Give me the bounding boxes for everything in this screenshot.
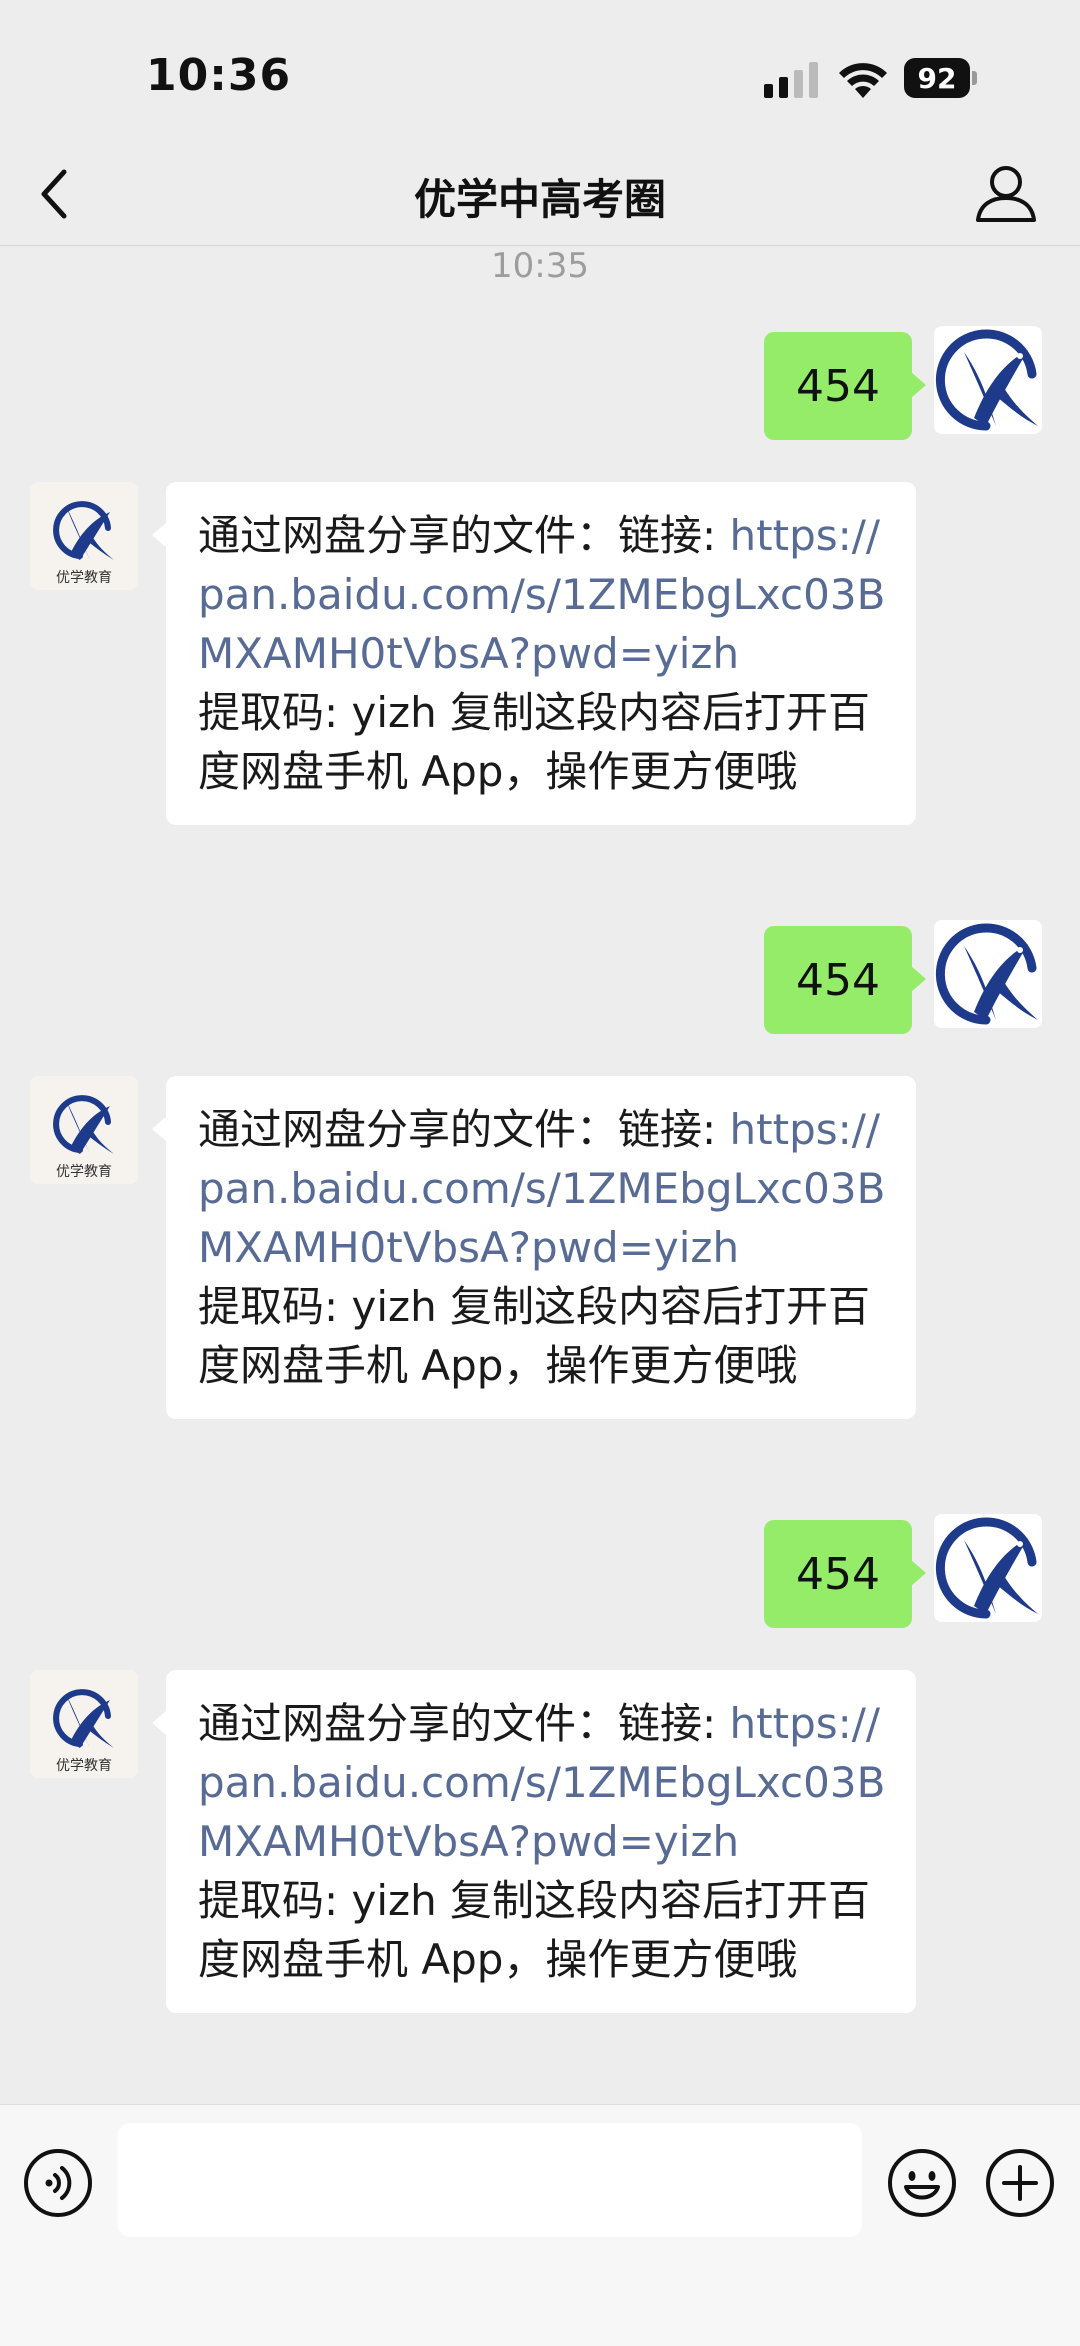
voice-input-icon[interactable] <box>22 2147 94 2219</box>
battery-indicator: 92 <box>904 58 977 98</box>
youxue-logo-icon: 优学教育 <box>30 482 138 590</box>
message-text: 通过网盘分享的文件：链接: <box>198 1699 730 1748</box>
incoming-message-bubble[interactable]: 通过网盘分享的文件：链接: https://pan.baidu.com/s/1Z… <box>152 1670 916 2013</box>
outgoing-message-bubble[interactable]: 454 <box>764 332 926 440</box>
avatar-logo-text: 优学教育 <box>56 1164 112 1180</box>
battery-tip <box>972 71 977 85</box>
battery-level: 92 <box>904 58 970 98</box>
sender-avatar[interactable]: 优学教育 <box>30 1670 138 1778</box>
message-text: 通过网盘分享的文件：链接: <box>198 511 730 560</box>
status-bar: 10:36 92 <box>0 0 1080 140</box>
wifi-icon <box>839 63 887 98</box>
emoji-icon[interactable] <box>886 2147 958 2219</box>
message-text: 提取码: yizh 复制这段内容后打开百度网盘手机 App，操作更方便哦 <box>198 1876 871 1984</box>
my-avatar[interactable] <box>934 326 1042 434</box>
my-avatar[interactable] <box>934 920 1042 1028</box>
outgoing-message-bubble[interactable]: 454 <box>764 926 926 1034</box>
plus-icon[interactable] <box>984 2147 1056 2219</box>
outgoing-message-bubble[interactable]: 454 <box>764 1520 926 1628</box>
message-text: 通过网盘分享的文件：链接: <box>198 1105 730 1154</box>
bird-logo-icon <box>934 326 1042 434</box>
bird-logo-icon <box>934 1514 1042 1622</box>
avatar-logo-text: 优学教育 <box>56 570 112 586</box>
sender-avatar[interactable]: 优学教育 <box>30 482 138 590</box>
youxue-logo-icon: 优学教育 <box>30 1076 138 1184</box>
profile-icon[interactable] <box>974 162 1038 224</box>
message-text: 提取码: yizh 复制这段内容后打开百度网盘手机 App，操作更方便哦 <box>198 688 871 796</box>
message-text: 提取码: yizh 复制这段内容后打开百度网盘手机 App，操作更方便哦 <box>198 1282 871 1390</box>
incoming-message-bubble[interactable]: 通过网盘分享的文件：链接: https://pan.baidu.com/s/1Z… <box>152 482 916 825</box>
message-input[interactable] <box>118 2123 862 2237</box>
incoming-message-bubble[interactable]: 通过网盘分享的文件：链接: https://pan.baidu.com/s/1Z… <box>152 1076 916 1419</box>
nav-bar: 优学中高考圈 <box>0 140 1080 246</box>
avatar-logo-text: 优学教育 <box>56 1758 112 1774</box>
chat-title: 优学中高考圈 <box>413 175 666 224</box>
chat-screen: 10:36 92 优学中高考圈 10:35 454 优学教育 通过网盘分享的文件… <box>0 0 1080 2346</box>
cellular-signal-icon <box>764 62 818 98</box>
bird-logo-icon <box>934 920 1042 1028</box>
my-avatar[interactable] <box>934 1514 1042 1622</box>
input-bar <box>0 2104 1080 2346</box>
sender-avatar[interactable]: 优学教育 <box>30 1076 138 1184</box>
youxue-logo-icon: 优学教育 <box>30 1670 138 1778</box>
status-time: 10:36 <box>146 50 292 101</box>
message-timestamp: 10:35 <box>491 246 589 286</box>
message-list[interactable]: 10:35 454 优学教育 通过网盘分享的文件：链接: https://pan… <box>0 246 1080 2104</box>
